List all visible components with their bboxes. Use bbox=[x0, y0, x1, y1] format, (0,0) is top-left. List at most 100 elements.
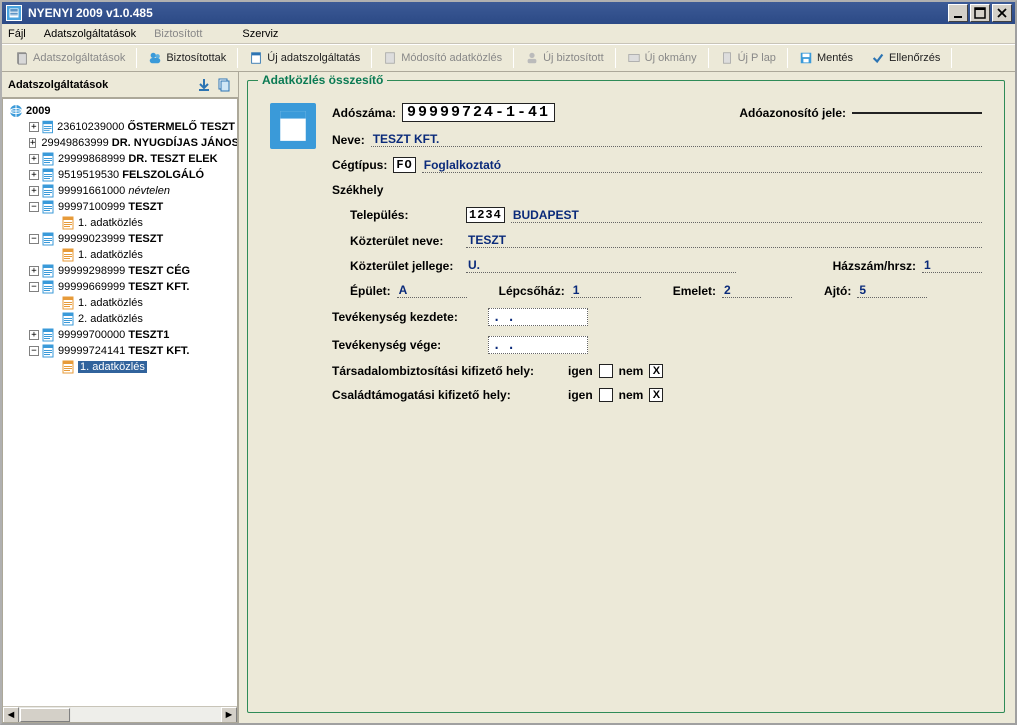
menu-adatszolgaltatasok[interactable]: Adatszolgáltatások bbox=[44, 28, 136, 40]
new-card-icon bbox=[627, 51, 641, 65]
hazszam-label: Házszám/hrsz: bbox=[833, 259, 916, 273]
tev-vege-field[interactable]: . . bbox=[488, 336, 588, 354]
tb-igen-checkbox[interactable] bbox=[599, 364, 613, 378]
tree-item[interactable]: −99997100999 TESZT bbox=[5, 199, 235, 215]
csalad-igen-checkbox[interactable] bbox=[599, 388, 613, 402]
ajto-field[interactable]: 5 bbox=[857, 283, 927, 298]
emelet-field[interactable]: 2 bbox=[722, 283, 792, 298]
adoazonosito-field[interactable] bbox=[852, 112, 982, 114]
window-title: NYENYI 2009 v1.0.485 bbox=[28, 6, 153, 20]
toolbar-separator bbox=[708, 48, 709, 68]
menu-biztositott[interactable]: Biztosított bbox=[154, 28, 202, 40]
tb-label: Társadalombiztosítási kifizető hely: bbox=[332, 364, 562, 378]
tree-item[interactable]: +9519519530 FELSZOLGÁLÓ bbox=[5, 167, 235, 183]
toolbar-uj-okmany[interactable]: Új okmány bbox=[618, 48, 706, 68]
tev-vege-label: Tevékenység vége: bbox=[332, 338, 482, 352]
tree-item[interactable]: +99999700000 TESZT1 bbox=[5, 327, 235, 343]
tree-child-item[interactable]: 1. adatközlés bbox=[5, 359, 235, 375]
tree-expander-icon[interactable]: − bbox=[29, 202, 39, 212]
tree-item[interactable]: −99999724141 TESZT KFT. bbox=[5, 343, 235, 359]
toolbar-uj-biztositott[interactable]: Új biztosított bbox=[516, 48, 613, 68]
kozterulet-neve-label: Közterület neve: bbox=[350, 234, 460, 248]
tree-expander-icon[interactable]: − bbox=[29, 282, 39, 292]
toolbar-uj-adatszolgaltatas[interactable]: Új adatszolgáltatás bbox=[240, 48, 369, 68]
tree-item[interactable]: +99999298999 TESZT CÉG bbox=[5, 263, 235, 279]
epulet-field[interactable]: A bbox=[397, 283, 467, 298]
ajto-label: Ajtó: bbox=[824, 284, 851, 298]
csalad-igen-label: igen bbox=[568, 388, 593, 402]
toolbar-separator bbox=[513, 48, 514, 68]
tree-expander-icon[interactable]: + bbox=[29, 266, 39, 276]
sidebar: Adatszolgáltatások 2009+23610239000 ŐSTE… bbox=[2, 72, 239, 723]
tev-kezdete-field[interactable]: . . bbox=[488, 308, 588, 326]
kozterulet-neve-field[interactable]: TESZT bbox=[466, 233, 982, 248]
tree-child-item[interactable]: 1. adatközlés bbox=[5, 247, 235, 263]
toolbar-uj-p-lap[interactable]: Új P lap bbox=[711, 48, 785, 68]
tree-item[interactable]: −99999023999 TESZT bbox=[5, 231, 235, 247]
horizontal-scrollbar[interactable]: ◄ ► bbox=[3, 706, 237, 722]
toolbar-mentes[interactable]: Mentés bbox=[790, 48, 862, 68]
tree-item[interactable]: −99999669999 TESZT KFT. bbox=[5, 279, 235, 295]
toolbar-ellenorzes[interactable]: Ellenőrzés bbox=[862, 48, 949, 68]
menu-szerviz[interactable]: Szerviz bbox=[242, 28, 278, 40]
toolbar-separator bbox=[371, 48, 372, 68]
scroll-left-button[interactable]: ◄ bbox=[3, 707, 19, 723]
kozterulet-jellege-field[interactable]: U. bbox=[466, 258, 736, 273]
check-icon bbox=[871, 51, 885, 65]
telepules-code-field[interactable]: 1234 bbox=[466, 207, 505, 223]
app-icon bbox=[6, 5, 22, 21]
neve-field[interactable]: TESZT KFT. bbox=[371, 132, 982, 147]
app-window: NYENYI 2009 v1.0.485 Fájl Adatszolgáltat… bbox=[0, 0, 1017, 725]
window-maximize-button[interactable] bbox=[970, 4, 990, 22]
toolbar-adatszolgaltatasok[interactable]: Adatszolgáltatások bbox=[6, 48, 134, 68]
tree-child-item[interactable]: 1. adatközlés bbox=[5, 215, 235, 231]
tree-expander-icon[interactable]: − bbox=[29, 234, 39, 244]
tree-item[interactable]: +23610239000 ŐSTERMELŐ TESZT bbox=[5, 119, 235, 135]
save-icon bbox=[799, 51, 813, 65]
tree-year-node[interactable]: 2009 bbox=[5, 103, 235, 119]
kozterulet-jellege-label: Közterület jellege: bbox=[350, 259, 460, 273]
window-close-button[interactable] bbox=[992, 4, 1012, 22]
window-titlebar: NYENYI 2009 v1.0.485 bbox=[2, 2, 1015, 24]
window-minimize-button[interactable] bbox=[948, 4, 968, 22]
form-fieldset: Adatközlés összesítő Adószáma: 99999724-… bbox=[247, 80, 1005, 713]
tree-item[interactable]: +29999868999 DR. TESZT ELEK bbox=[5, 151, 235, 167]
tb-nem-checkbox[interactable]: X bbox=[649, 364, 663, 378]
tree-child-item[interactable]: 2. adatközlés bbox=[5, 311, 235, 327]
tree-expander-icon[interactable]: + bbox=[29, 122, 39, 132]
tb-nem-label: nem bbox=[619, 364, 644, 378]
hazszam-field[interactable]: 1 bbox=[922, 258, 982, 273]
cegtipus-code-field[interactable]: FO bbox=[393, 157, 415, 173]
scroll-thumb[interactable] bbox=[20, 708, 70, 722]
tree-expander-icon[interactable]: + bbox=[29, 330, 39, 340]
scroll-right-button[interactable]: ► bbox=[221, 707, 237, 723]
copy-icon[interactable] bbox=[216, 77, 232, 93]
emelet-label: Emelet: bbox=[673, 284, 716, 298]
toolbar-biztositottak[interactable]: Biztosítottak bbox=[139, 48, 235, 68]
sidebar-title: Adatszolgáltatások bbox=[8, 79, 108, 91]
csalad-nem-label: nem bbox=[619, 388, 644, 402]
tree-item[interactable]: +99991661000 névtelen bbox=[5, 183, 235, 199]
scroll-track[interactable] bbox=[71, 707, 221, 722]
tree-child-item[interactable]: 1. adatközlés bbox=[5, 295, 235, 311]
tree-expander-icon[interactable]: + bbox=[29, 138, 36, 148]
adoszama-field[interactable]: 99999724-1-41 bbox=[402, 103, 555, 122]
adoazonosito-label: Adóazonosító jele: bbox=[739, 106, 846, 120]
menu-fajl[interactable]: Fájl bbox=[8, 28, 26, 40]
telepules-label: Település: bbox=[350, 208, 460, 222]
tree-expander-icon[interactable]: − bbox=[29, 346, 39, 356]
toolbar-modosito-adatkozles[interactable]: Módosító adatközlés bbox=[374, 48, 511, 68]
epulet-label: Épület: bbox=[350, 284, 391, 298]
lepcsohaz-label: Lépcsőház: bbox=[499, 284, 565, 298]
csalad-nem-checkbox[interactable]: X bbox=[649, 388, 663, 402]
szekhely-label: Székhely bbox=[332, 183, 383, 197]
tree-item[interactable]: +29949863999 DR. NYUGDÍJAS JÁNOS bbox=[5, 135, 235, 151]
toolbar-separator bbox=[787, 48, 788, 68]
download-icon[interactable] bbox=[196, 77, 212, 93]
edit-document-icon bbox=[383, 51, 397, 65]
tree-expander-icon[interactable]: + bbox=[29, 186, 39, 196]
lepcsohaz-field[interactable]: 1 bbox=[571, 283, 641, 298]
tree[interactable]: 2009+23610239000 ŐSTERMELŐ TESZT+2994986… bbox=[3, 99, 237, 379]
tree-expander-icon[interactable]: + bbox=[29, 154, 39, 164]
tree-expander-icon[interactable]: + bbox=[29, 170, 39, 180]
